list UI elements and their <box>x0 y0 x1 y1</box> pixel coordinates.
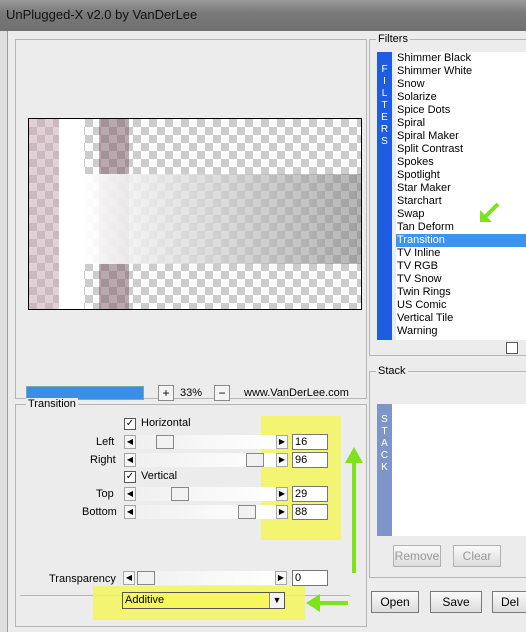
horizontal-checkbox[interactable]: ✓ <box>124 418 136 430</box>
website-link[interactable]: www.VanDerLee.com <box>244 387 349 399</box>
filters-title: Filters <box>376 33 410 45</box>
filter-list[interactable]: Shimmer Black Shimmer White Snow Solarize Sp… <box>396 52 526 340</box>
stack-list[interactable] <box>392 404 526 536</box>
filter-item[interactable]: Spice Dots <box>396 104 526 117</box>
transparency-increase-button[interactable]: ▶ <box>275 571 287 585</box>
left-increase-button[interactable]: ▶ <box>276 435 288 449</box>
zoom-value: 33% <box>180 387 203 399</box>
chevron-down-icon[interactable]: ▼ <box>269 593 284 608</box>
green-arrow-icon <box>480 202 500 222</box>
preview-strip <box>29 119 59 309</box>
filter-item[interactable]: Transition <box>396 234 526 247</box>
stack-title: Stack <box>376 365 408 377</box>
left-slider-thumb[interactable] <box>156 435 174 449</box>
group-title: Transition <box>26 398 78 410</box>
bottom-increase-button[interactable]: ▶ <box>276 505 288 519</box>
vertical-checkbox[interactable]: ✓ <box>124 471 136 483</box>
filter-item[interactable]: Spiral <box>396 117 526 130</box>
title-bar: UnPlugged-X v2.0 by VanDerLee <box>0 0 526 31</box>
green-arrow-icon <box>345 447 363 573</box>
green-arrow-icon <box>306 594 348 612</box>
bottom-slider-thumb[interactable] <box>238 505 256 519</box>
right-decrease-button[interactable]: ◀ <box>124 453 136 467</box>
left-label: Left <box>96 436 115 448</box>
stack-panel: Stack STACK Remove Clear <box>369 365 526 578</box>
bottom-decrease-button[interactable]: ◀ <box>124 505 136 519</box>
transparency-decrease-button[interactable]: ◀ <box>123 571 135 585</box>
mode-dropdown[interactable]: Additive ▼ <box>122 592 285 609</box>
right-value-input[interactable]: 96 <box>292 452 328 468</box>
right-slider-thumb[interactable] <box>246 453 264 467</box>
left-decrease-button[interactable]: ◀ <box>124 435 136 449</box>
top-label: Top <box>96 488 114 500</box>
filter-item[interactable]: Shimmer White <box>396 65 526 78</box>
filter-item[interactable]: TV RGB <box>396 260 526 273</box>
right-increase-button[interactable]: ▶ <box>276 453 288 467</box>
open-button[interactable]: Open <box>371 591 419 613</box>
filter-option-checkbox[interactable] <box>506 342 518 354</box>
preview-image <box>28 118 362 310</box>
transparency-label: Transparency <box>49 573 116 585</box>
zoom-in-button[interactable]: + <box>158 385 174 401</box>
filter-item[interactable]: Starchart <box>396 195 526 208</box>
top-value-input[interactable]: 29 <box>292 486 328 502</box>
transparency-slider[interactable] <box>135 571 275 585</box>
transparency-slider-thumb[interactable] <box>137 571 155 585</box>
top-slider[interactable] <box>136 487 276 501</box>
vertical-label: Vertical <box>141 470 178 482</box>
top-decrease-button[interactable]: ◀ <box>124 487 136 501</box>
clear-button[interactable]: Clear <box>453 545 501 567</box>
main-window: + 33% − www.VanDerLee.com Transition ✓ H… <box>7 31 526 632</box>
filter-item[interactable]: Swap <box>396 208 526 221</box>
preview-strip <box>59 119 84 309</box>
top-increase-button[interactable]: ▶ <box>276 487 288 501</box>
zoom-out-button[interactable]: − <box>214 385 230 401</box>
filters-panel: Filters FILTERS Shimmer Black Shimmer Whi… <box>369 33 526 356</box>
preview-panel: + 33% − www.VanDerLee.com <box>15 39 367 401</box>
filter-item[interactable]: US Comic <box>396 299 526 312</box>
filter-item[interactable]: Warning <box>396 325 526 338</box>
filter-item[interactable]: Split Contrast <box>396 143 526 156</box>
filter-item[interactable]: Twin Rings <box>396 286 526 299</box>
bottom-value-input[interactable]: 88 <box>292 504 328 520</box>
filter-item[interactable]: Shimmer Black <box>396 52 526 65</box>
filter-item[interactable]: Spiral Maker <box>396 130 526 143</box>
filter-item[interactable]: Tan Deform <box>396 221 526 234</box>
stack-side-label: STACK <box>377 404 392 536</box>
transparency-value-input[interactable]: 0 <box>292 570 328 586</box>
filter-item[interactable]: Vertical Tile <box>396 312 526 325</box>
delete-button[interactable]: Del <box>492 591 526 613</box>
filter-item[interactable]: Solarize <box>396 91 526 104</box>
save-button[interactable]: Save <box>430 591 482 613</box>
top-slider-thumb[interactable] <box>171 487 189 501</box>
filter-item[interactable]: TV Snow <box>396 273 526 286</box>
mode-selected-value: Additive <box>125 594 165 606</box>
bottom-label: Bottom <box>82 506 117 518</box>
left-value-input[interactable]: 16 <box>292 434 328 450</box>
filter-item[interactable]: TV Inline <box>396 247 526 260</box>
preview-gradient <box>84 174 361 264</box>
remove-button[interactable]: Remove <box>393 545 441 567</box>
right-label: Right <box>90 454 116 466</box>
filter-item[interactable]: Spotlight <box>396 169 526 182</box>
filter-item[interactable]: Spokes <box>396 156 526 169</box>
window-title: UnPlugged-X v2.0 by VanDerLee <box>6 7 198 22</box>
filters-side-label: FILTERS <box>377 52 392 340</box>
horizontal-label: Horizontal <box>141 417 191 429</box>
filter-item[interactable]: Star Maker <box>396 182 526 195</box>
filter-item[interactable]: Snow <box>396 78 526 91</box>
